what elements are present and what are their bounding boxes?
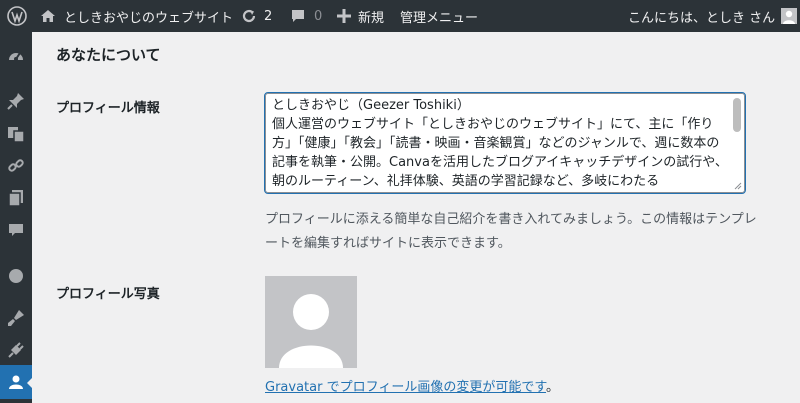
link-icon[interactable] [0,152,32,180]
bio-description: プロフィールに添える簡単な自己紹介を書き入れてみましょう。この情報はテンプレート… [265,212,757,251]
greeting-text: こんにちは、としき さん [628,10,776,26]
media-icon[interactable] [0,120,32,148]
default-avatar-icon [279,294,343,368]
gravatar-link[interactable]: Gravatar でプロフィール画像の変更が可能です [265,380,546,395]
home-icon [40,8,56,24]
admin-menu-link[interactable]: 管理メニュー [400,0,478,32]
plugins-icon[interactable] [0,336,32,364]
gravatar-suffix: 。 [546,380,560,395]
wordpress-logo-icon[interactable] [7,0,27,32]
pin-icon[interactable] [0,87,32,115]
site-name-link[interactable]: としきおやじのウェブサイト [40,0,233,32]
bio-text: としきおやじ（Geezer Toshiki） 個人運営のウェブサイト「としきおや… [272,98,728,189]
active-menu-caret [27,377,33,389]
appearance-icon[interactable] [0,304,32,332]
updates-link[interactable]: 2 [241,0,272,32]
new-content-link[interactable]: 新規 [337,0,384,32]
admin-menu-label: 管理メニュー [400,10,479,26]
bio-textarea[interactable]: としきおやじ（Geezer Toshiki） 個人運営のウェブサイト「としきおや… [264,92,746,194]
gravatar-line: Gravatar でプロフィール画像の変更が可能です。 [265,376,559,395]
bio-scrollbar[interactable] [733,98,741,132]
users-icon[interactable] [0,365,33,399]
dashboard-icon[interactable] [0,42,32,70]
updates-icon [241,8,257,24]
admin-bar: としきおやじのウェブサイト 2 0 新規 管理メニュー こんにちは、としき さん [0,0,800,32]
admin-sidebar [0,32,33,403]
comments-count: 0 [314,8,323,24]
updates-count: 2 [264,8,273,24]
pages-icon[interactable] [0,184,32,212]
site-name: としきおやじのウェブサイト [64,10,234,26]
section-title: あなたについて [56,46,161,64]
my-account-link[interactable]: こんにちは、としき さん [628,0,798,32]
resize-handle-icon[interactable] [733,181,742,190]
plus-icon [337,9,351,23]
profile-avatar [265,276,357,368]
photo-label: プロフィール写真 [56,287,160,302]
new-label: 新規 [358,10,385,26]
circle-icon[interactable] [0,262,32,290]
comments-link[interactable]: 0 [290,0,322,32]
user-avatar-icon [781,8,798,24]
bio-label: プロフィール情報 [56,101,160,116]
comments-menu-icon[interactable] [0,216,32,244]
comments-icon [290,8,306,24]
